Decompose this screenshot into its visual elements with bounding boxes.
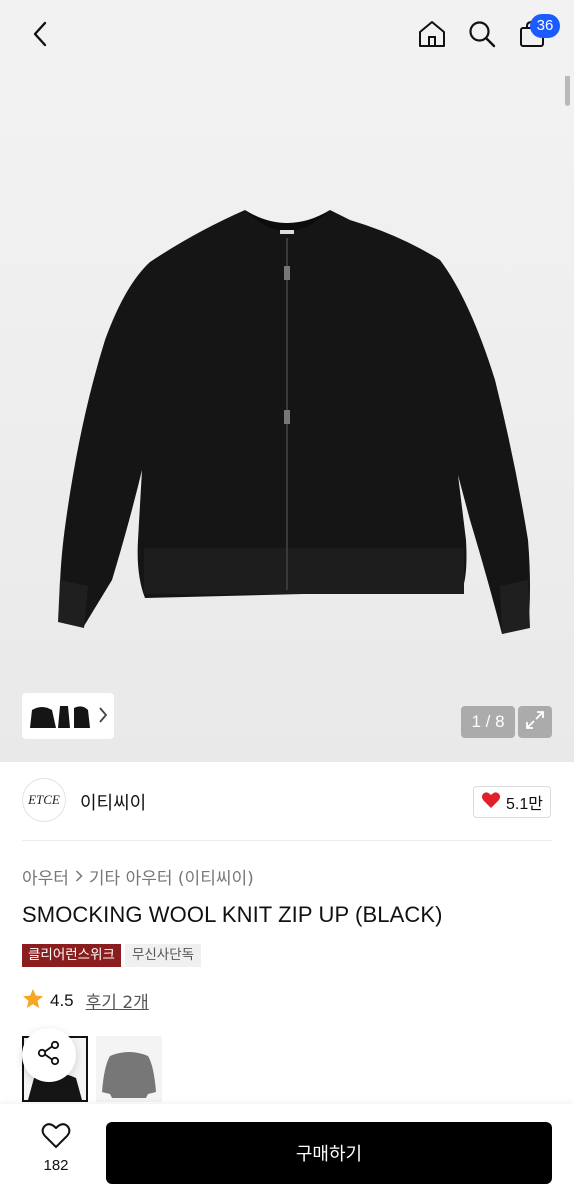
wishlist-count: 182 (43, 1157, 69, 1174)
top-header: 36 (0, 0, 574, 76)
cart-count-badge: 36 (530, 14, 560, 38)
bottom-action-bar: 182 구매하기 (0, 1104, 574, 1200)
buy-button[interactable]: 구매하기 (106, 1122, 552, 1184)
wishlist-button[interactable]: 182 (26, 1122, 86, 1184)
thumbnail-images (30, 706, 90, 728)
breadcrumb-item-other-outer[interactable]: 기타 아우터 (이티씨이) (89, 864, 254, 889)
product-photo-knit-jacket (58, 210, 530, 634)
brand-like-count: 5.1만 (506, 796, 543, 813)
search-icon (467, 19, 497, 53)
star-icon (22, 988, 44, 1013)
brand-name[interactable]: 이티씨이 (80, 789, 146, 815)
divider (22, 840, 552, 841)
back-button[interactable] (22, 18, 58, 54)
heart-outline-icon (41, 1122, 71, 1153)
brand-logo[interactable]: ETCE (22, 778, 66, 822)
review-link[interactable]: 후기 2개 (86, 988, 149, 1013)
chevron-right-icon (75, 867, 83, 887)
option-grey-image (102, 1052, 156, 1098)
heart-filled-icon (481, 791, 501, 813)
breadcrumb: 아우터 기타 아우터 (이티씨이) (22, 864, 254, 889)
product-badges: 클리어런스위크 무신사단독 (22, 944, 202, 967)
expand-icon (525, 710, 545, 734)
chevron-left-icon (32, 21, 48, 51)
brand-logo-text: ETCE (28, 792, 60, 807)
cart-button[interactable]: 36 (512, 14, 560, 56)
thumbnail-strip[interactable] (22, 693, 114, 739)
musinsa-exclusive-badge: 무신사단독 (124, 944, 202, 967)
product-image[interactable]: 1 / 8 (0, 0, 574, 762)
product-title: SMOCKING WOOL KNIT ZIP UP (BLACK) (22, 902, 443, 927)
breadcrumb-item-outer[interactable]: 아우터 (22, 864, 69, 889)
home-icon (417, 19, 447, 53)
share-button[interactable] (22, 1028, 76, 1082)
chevron-right-icon (98, 706, 108, 728)
share-icon (36, 1040, 62, 1070)
clearance-week-badge: 클리어런스위크 (22, 944, 121, 967)
color-option-grey[interactable] (96, 1036, 162, 1102)
rating-score: 4.5 (50, 990, 74, 1010)
brand-like-button[interactable]: 5.1만 (473, 786, 551, 818)
brand-row: ETCE 이티씨이 5.1만 (0, 778, 574, 824)
expand-button[interactable] (518, 706, 552, 738)
image-counter: 1 / 8 (461, 706, 515, 738)
rating-row: 4.5 후기 2개 (22, 988, 149, 1013)
search-button[interactable] (462, 16, 502, 56)
home-button[interactable] (412, 16, 452, 56)
